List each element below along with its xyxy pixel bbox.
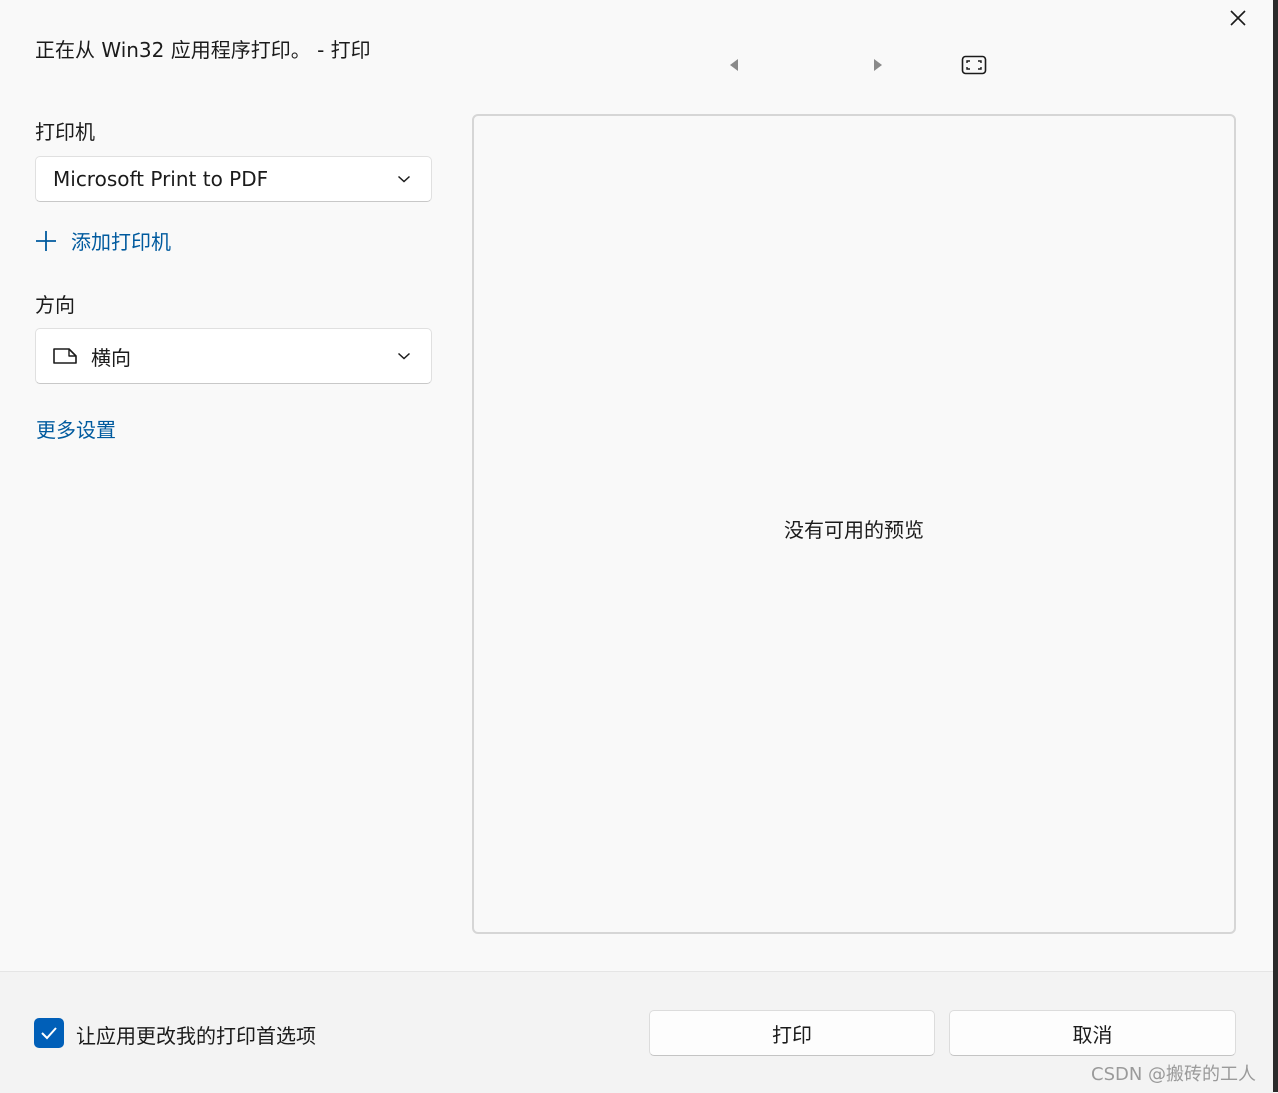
orientation-selected-value: 横向 <box>91 345 131 370</box>
app-preferences-label: 让应用更改我的打印首选项 <box>76 1024 316 1048</box>
print-button[interactable]: 打印 <box>649 1010 935 1056</box>
orientation-label: 方向 <box>35 293 75 317</box>
landscape-page-icon <box>52 346 78 366</box>
add-printer-link[interactable]: 添加打印机 <box>35 226 171 255</box>
chevron-down-icon <box>397 174 411 184</box>
watermark-text: CSDN @搬砖的工人 <box>1091 1064 1257 1085</box>
preview-pane: 没有可用的预览 <box>472 114 1236 934</box>
cancel-button[interactable]: 取消 <box>949 1010 1236 1056</box>
plus-icon <box>36 230 56 251</box>
fit-to-window-icon <box>961 55 987 75</box>
dialog-title: 正在从 Win32 应用程序打印。 - 打印 <box>35 38 371 62</box>
close-button[interactable] <box>1219 0 1257 36</box>
printer-dropdown[interactable]: Microsoft Print to PDF <box>35 156 432 202</box>
chevron-down-icon <box>397 351 411 361</box>
app-preferences-checkbox[interactable] <box>34 1018 64 1048</box>
fit-to-window-button[interactable] <box>960 54 988 76</box>
more-settings-link[interactable]: 更多设置 <box>36 414 116 443</box>
printer-label: 打印机 <box>35 120 95 144</box>
add-printer-label: 添加打印机 <box>71 230 171 254</box>
printer-selected-value: Microsoft Print to PDF <box>53 167 269 191</box>
preview-message: 没有可用的预览 <box>784 518 924 542</box>
orientation-dropdown[interactable]: 横向 <box>35 328 432 384</box>
checkmark-icon <box>41 1027 57 1040</box>
next-page-button[interactable] <box>867 55 889 75</box>
previous-page-button[interactable] <box>723 55 745 75</box>
close-icon <box>1230 10 1246 26</box>
background-window-edge <box>1273 0 1278 1092</box>
print-dialog: 正在从 Win32 应用程序打印。 - 打印 打印机 Microsoft Pri… <box>0 0 1273 1093</box>
triangle-left-icon <box>730 59 738 71</box>
triangle-right-icon <box>874 59 882 71</box>
